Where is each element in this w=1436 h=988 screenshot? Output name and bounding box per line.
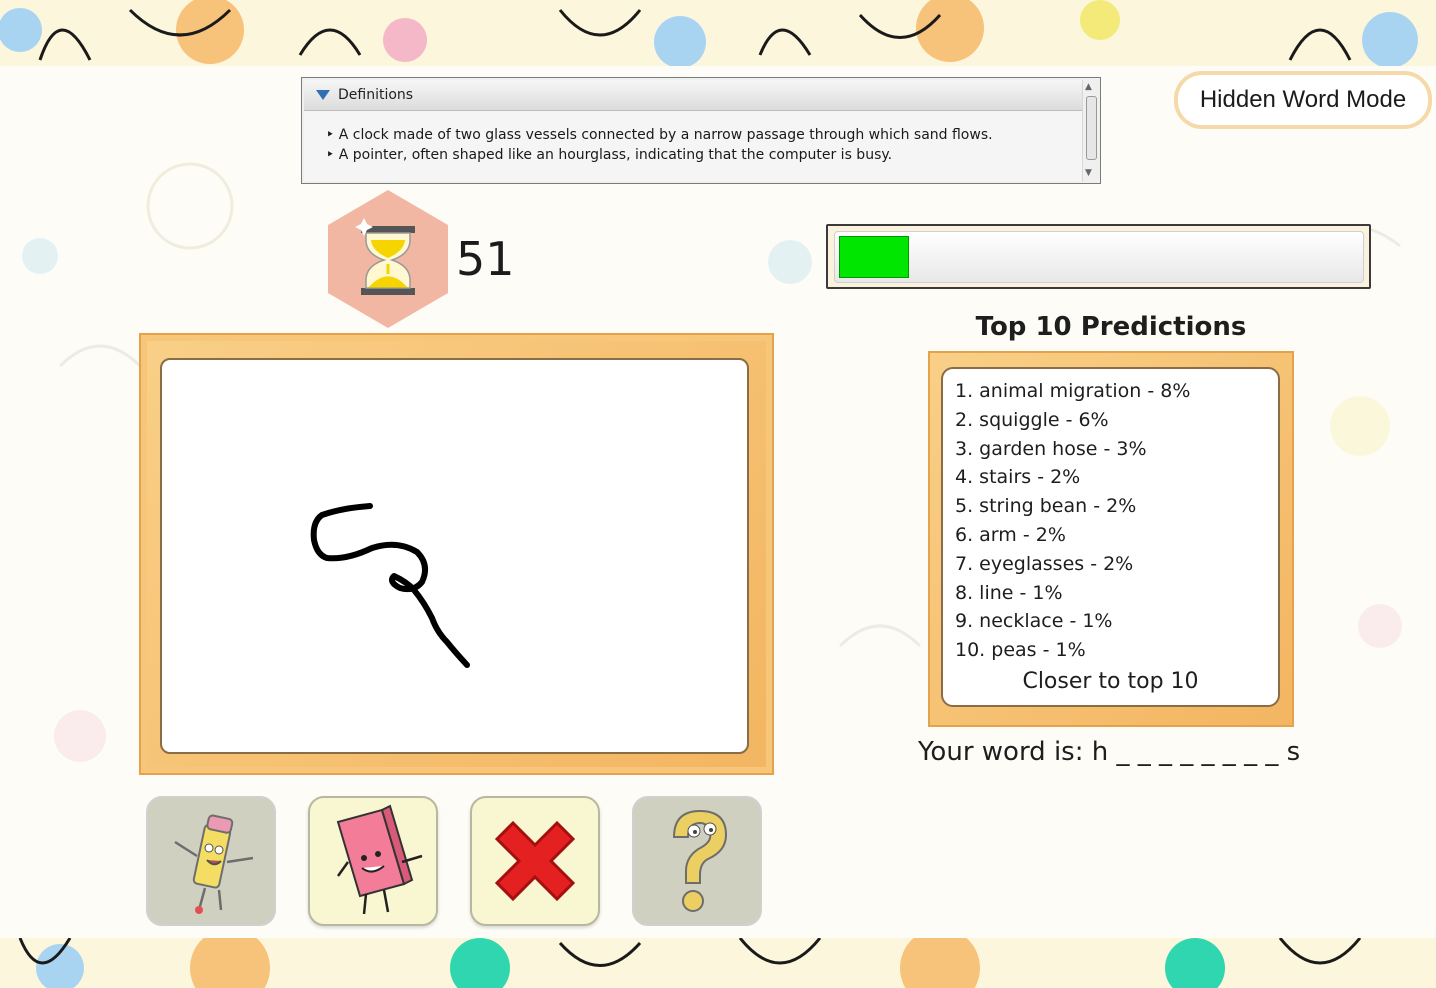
definitions-scrollbar[interactable]: ▲ ▼: [1082, 80, 1099, 182]
hourglass-icon: [328, 190, 448, 328]
progress-track: [834, 231, 1364, 283]
progress-fill: [839, 236, 909, 278]
predictions-list: 1. animal migration - 8% 2. squiggle - 6…: [941, 367, 1280, 707]
clear-tool-button[interactable]: [470, 796, 600, 926]
scroll-up-icon[interactable]: ▲: [1085, 82, 1092, 92]
user-drawing: [310, 503, 470, 668]
bottom-doodle-border: [0, 938, 1436, 988]
prediction-item: 7. eyeglasses - 2%: [955, 552, 1134, 575]
progress-bar: [826, 224, 1371, 289]
prediction-item: 5. string bean - 2%: [955, 495, 1137, 518]
prediction-item: 2. squiggle - 6%: [955, 408, 1109, 431]
eraser-character-icon: [336, 804, 423, 915]
pencil-character-icon: [174, 814, 254, 914]
scroll-down-icon[interactable]: ▼: [1085, 168, 1092, 178]
drawing-canvas[interactable]: [160, 358, 749, 754]
word-hint: Your word is: h _ _ _ _ _ _ _ _ s: [918, 737, 1301, 767]
predictions-footer: Closer to top 10: [1022, 668, 1199, 694]
prediction-item: 6. arm - 2%: [955, 523, 1066, 546]
pencil-tool-button[interactable]: [146, 796, 276, 926]
definitions-panel: Definitions A clock made of two glass ve…: [301, 77, 1101, 184]
scroll-thumb[interactable]: [1086, 96, 1097, 160]
definition-line: A pointer, often shaped like an hourglas…: [326, 145, 1082, 165]
mode-badge[interactable]: Hidden Word Mode: [1174, 71, 1432, 129]
doodle-pattern-bottom: [18, 938, 1362, 988]
top-doodle-border: [0, 0, 1436, 66]
question-mark-character-icon: [672, 809, 728, 912]
prediction-item: 10. peas - 1%: [955, 639, 1086, 662]
definitions-title: Definitions: [338, 87, 414, 103]
hint-tool-button[interactable]: [632, 796, 762, 926]
prediction-item: 9. necklace - 1%: [955, 610, 1113, 633]
prediction-item: 1. animal migration - 8%: [955, 380, 1191, 402]
predictions-title: Top 10 Predictions: [975, 312, 1247, 342]
prediction-item: 8. line - 1%: [955, 581, 1063, 604]
red-x-icon: [494, 820, 576, 902]
expand-arrow-icon[interactable]: [316, 90, 330, 100]
doodle-pattern: [0, 0, 1418, 66]
prediction-item: 3. garden hose - 3%: [955, 437, 1147, 460]
prediction-item: 4. stairs - 2%: [955, 466, 1081, 489]
eraser-tool-button[interactable]: [308, 796, 438, 926]
definition-line: A clock made of two glass vessels connec…: [326, 125, 1082, 145]
timer-seconds: 51: [456, 232, 515, 286]
definitions-header[interactable]: Definitions: [304, 80, 1082, 111]
definitions-body: A clock made of two glass vessels connec…: [304, 111, 1082, 181]
